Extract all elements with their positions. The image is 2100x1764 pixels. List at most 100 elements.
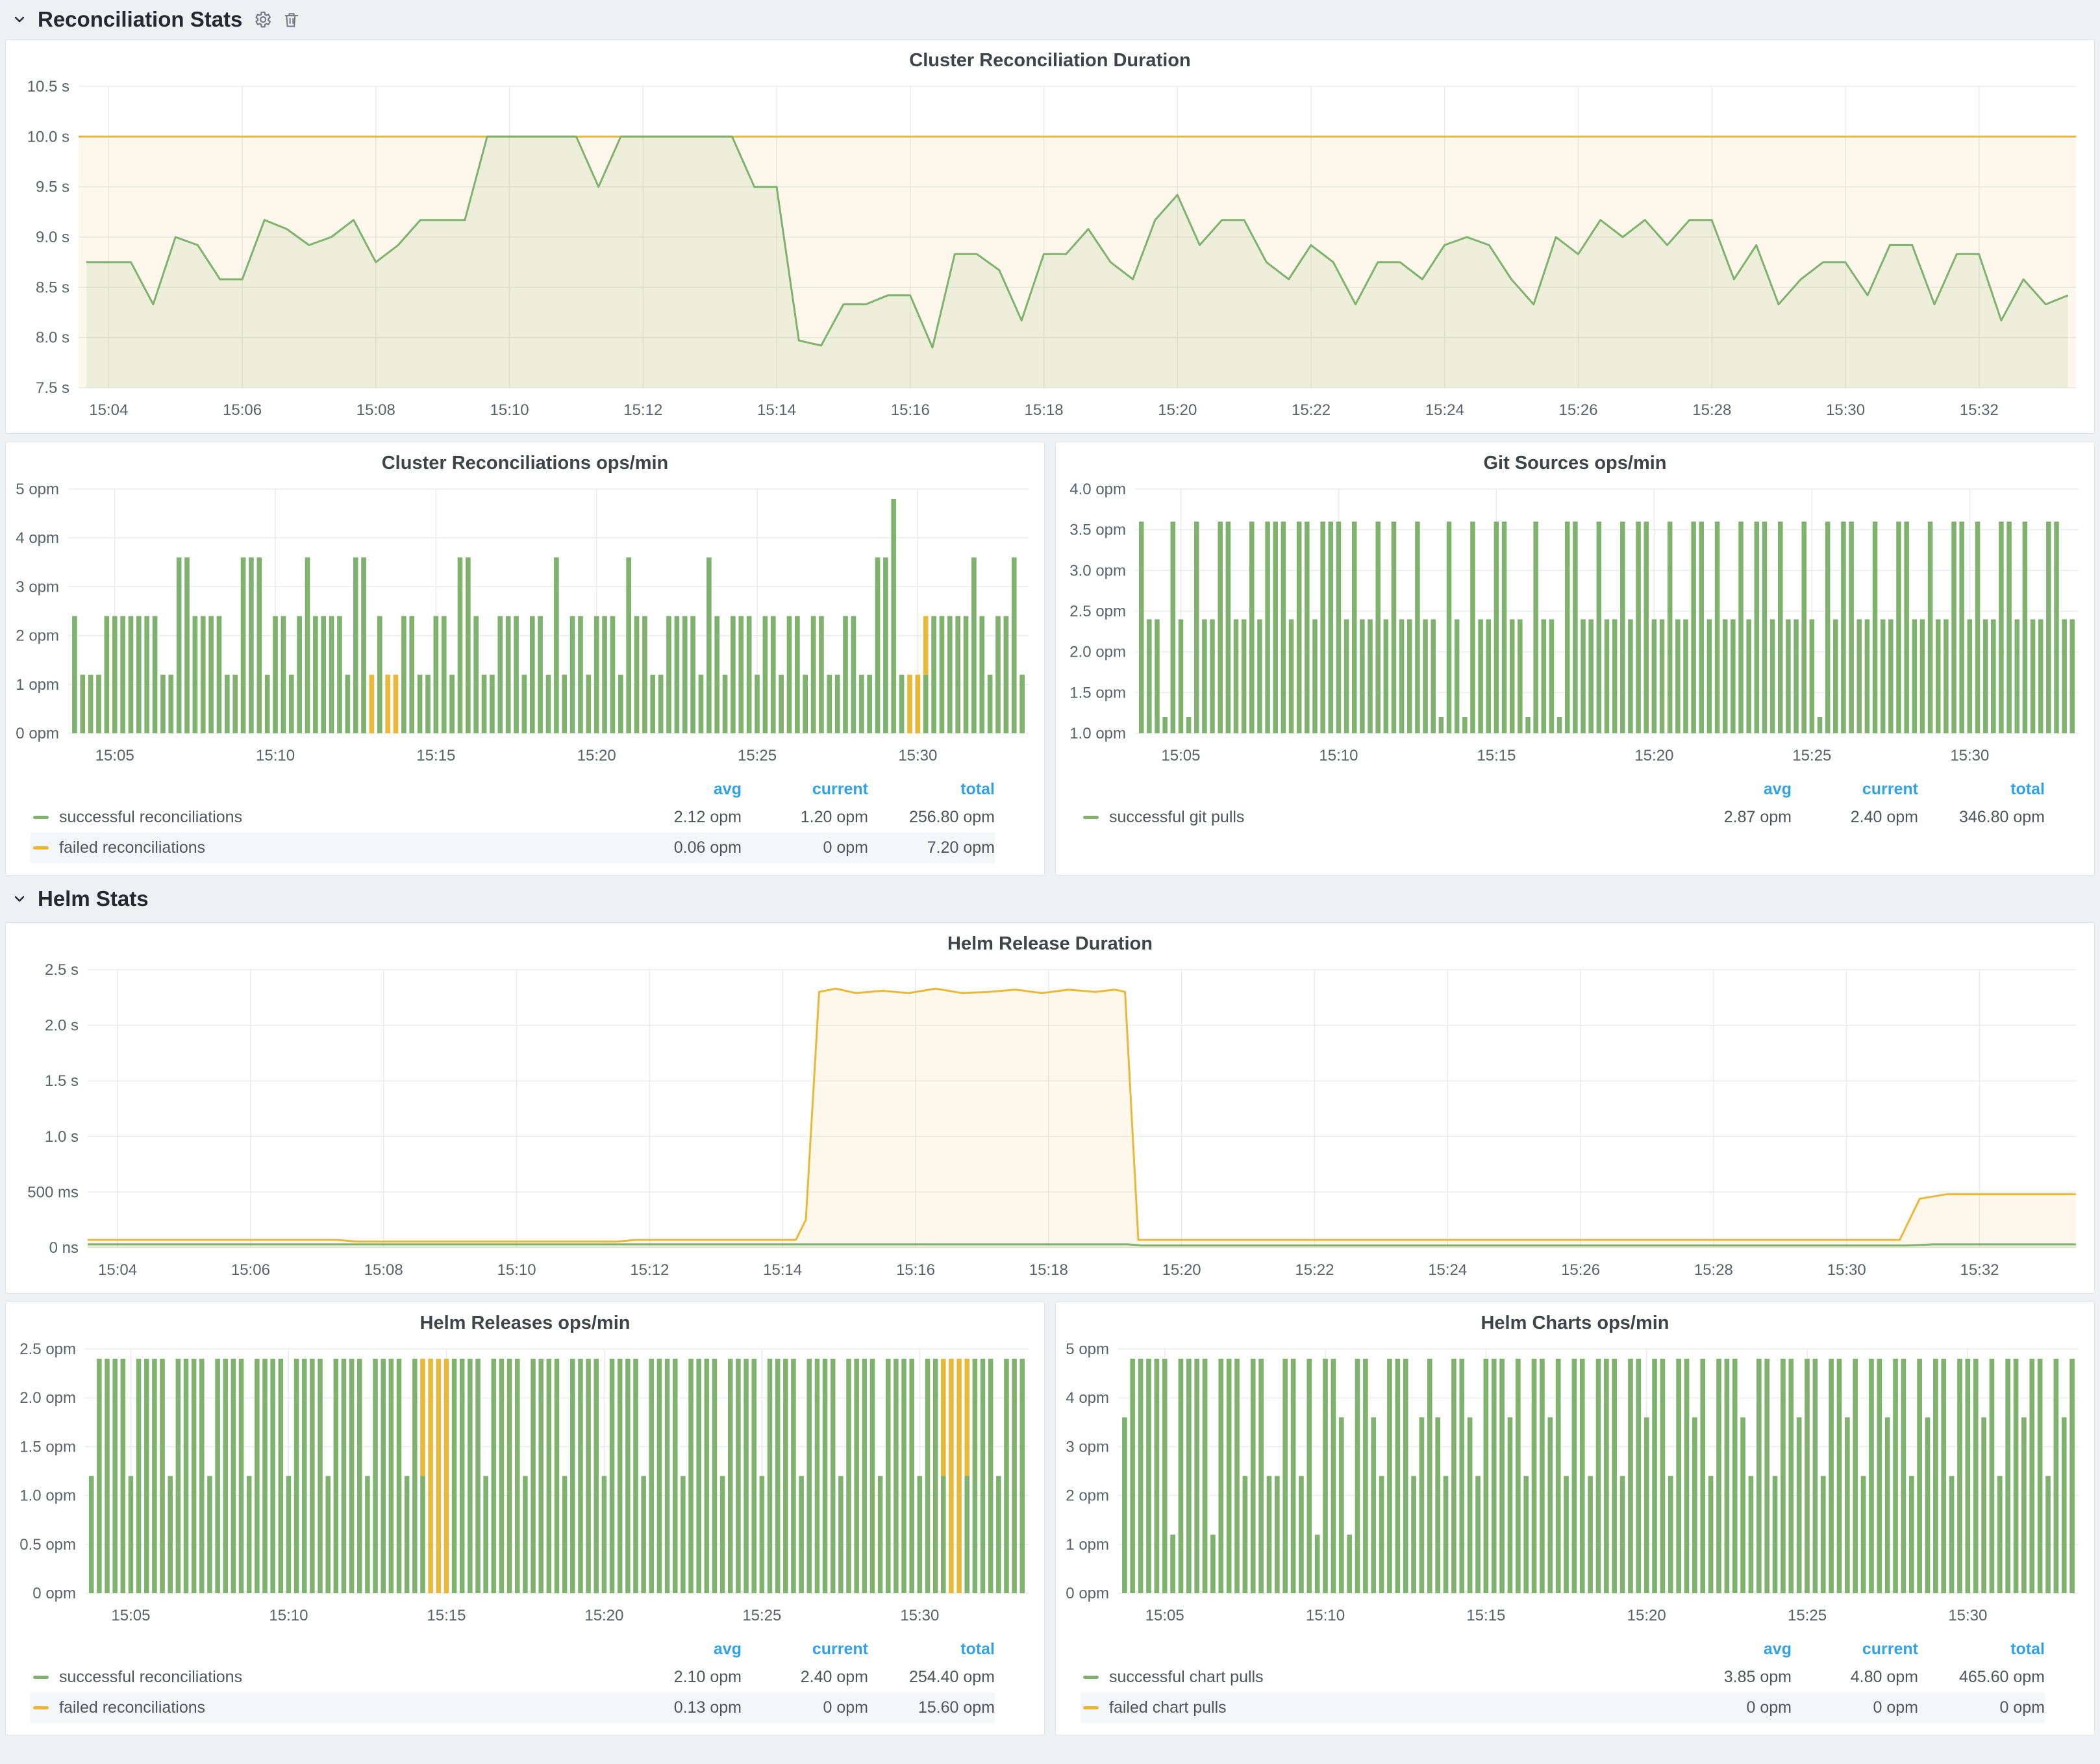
series-stat-avg: 0.06 opm <box>615 838 742 857</box>
svg-text:8.5 s: 8.5 s <box>36 279 69 296</box>
git-sources-chart[interactable]: 15:0515:1015:1515:2015:2515:301.0 opm1.5… <box>1056 480 2094 774</box>
svg-text:15:14: 15:14 <box>757 401 796 419</box>
svg-text:15:32: 15:32 <box>1960 401 1999 419</box>
panel-title[interactable]: Helm Charts ops/min <box>1056 1302 2094 1340</box>
series-label[interactable]: failed chart pulls <box>1109 1698 1665 1717</box>
series-label[interactable]: successful chart pulls <box>1109 1668 1665 1687</box>
svg-text:1 opm: 1 opm <box>1066 1536 1109 1554</box>
series-stat-avg: 2.87 opm <box>1665 808 1792 827</box>
svg-text:2 opm: 2 opm <box>1066 1487 1109 1505</box>
series-label[interactable]: successful git pulls <box>1109 808 1665 827</box>
svg-text:2.0 s: 2.0 s <box>45 1017 79 1035</box>
svg-text:7.5 s: 7.5 s <box>36 379 69 397</box>
legend-col-total[interactable]: total <box>868 1640 995 1659</box>
series-label[interactable]: failed reconciliations <box>59 838 615 857</box>
svg-text:15:16: 15:16 <box>891 401 930 419</box>
svg-text:0 ns: 0 ns <box>49 1239 79 1257</box>
svg-text:15:15: 15:15 <box>1477 747 1516 764</box>
svg-text:15:04: 15:04 <box>98 1261 137 1279</box>
svg-text:0.5 opm: 0.5 opm <box>19 1536 76 1554</box>
legend-row: failed chart pulls0 opm0 opm0 opm <box>1081 1693 2045 1723</box>
series-label[interactable]: successful reconciliations <box>59 808 615 827</box>
svg-text:15:25: 15:25 <box>1792 747 1831 764</box>
svg-text:15:05: 15:05 <box>111 1607 150 1624</box>
svg-text:1.0 s: 1.0 s <box>45 1128 79 1146</box>
series-color-marker <box>33 1706 49 1709</box>
legend-col-total[interactable]: total <box>1918 780 2045 799</box>
svg-text:5 opm: 5 opm <box>1066 1341 1109 1358</box>
svg-text:15:10: 15:10 <box>490 401 529 419</box>
svg-text:9.5 s: 9.5 s <box>36 179 69 196</box>
svg-text:15:05: 15:05 <box>1145 1607 1184 1624</box>
section-header-reconciliation-stats[interactable]: Reconciliation Stats <box>5 0 2095 39</box>
svg-text:8.0 s: 8.0 s <box>36 329 69 347</box>
legend-col-avg[interactable]: avg <box>615 780 742 799</box>
svg-text:15:30: 15:30 <box>1950 747 1989 764</box>
section-title[interactable]: Helm Stats <box>38 887 149 911</box>
cluster-reconciliations-chart[interactable]: 15:0515:1015:1515:2015:2515:300 opm1 opm… <box>6 480 1044 774</box>
trash-icon[interactable] <box>282 10 301 29</box>
cluster-reconciliation-duration-chart[interactable]: 15:0415:0615:0815:1015:1215:1415:1615:18… <box>6 77 2094 428</box>
series-stat-total: 346.80 opm <box>1918 808 2045 827</box>
series-color-marker <box>33 816 49 819</box>
legend-row: successful reconciliations2.10 opm2.40 o… <box>31 1662 995 1693</box>
panel-title[interactable]: Helm Release Duration <box>6 923 2094 961</box>
series-label[interactable]: failed reconciliations <box>59 1698 615 1717</box>
series-color-marker <box>33 846 49 850</box>
svg-text:1.0 opm: 1.0 opm <box>19 1487 76 1505</box>
helm-charts-chart[interactable]: 15:0515:1015:1515:2015:2515:300 opm1 opm… <box>1056 1340 2094 1633</box>
svg-text:15:18: 15:18 <box>1025 401 1064 419</box>
svg-text:15:30: 15:30 <box>1827 1261 1866 1279</box>
chevron-down-icon[interactable] <box>12 891 27 907</box>
series-label[interactable]: successful reconciliations <box>59 1668 615 1687</box>
svg-text:15:26: 15:26 <box>1559 401 1598 419</box>
svg-text:15:08: 15:08 <box>356 401 395 419</box>
series-stat-total: 254.40 opm <box>868 1668 995 1687</box>
legend-row: successful git pulls2.87 opm2.40 opm346.… <box>1081 802 2045 833</box>
svg-text:4 opm: 4 opm <box>16 529 59 547</box>
legend-col-total[interactable]: total <box>1918 1640 2045 1659</box>
svg-text:15:30: 15:30 <box>898 747 937 764</box>
svg-text:1.0 opm: 1.0 opm <box>1069 725 1126 742</box>
svg-text:15:30: 15:30 <box>900 1607 939 1624</box>
svg-text:15:20: 15:20 <box>1162 1261 1201 1279</box>
svg-text:2.0 opm: 2.0 opm <box>19 1389 76 1407</box>
helm-releases-chart[interactable]: 15:0515:1015:1515:2015:2515:300 opm0.5 o… <box>6 1340 1044 1633</box>
panel-helm-releases-opm: Helm Releases ops/min 15:0515:1015:1515:… <box>5 1302 1045 1735</box>
series-stat-avg: 2.10 opm <box>615 1668 742 1687</box>
series-stat-total: 465.60 opm <box>1918 1668 2045 1687</box>
legend-col-avg[interactable]: avg <box>1665 780 1792 799</box>
svg-text:15:16: 15:16 <box>896 1261 935 1279</box>
legend-col-current[interactable]: current <box>1792 780 1918 799</box>
svg-text:15:24: 15:24 <box>1428 1261 1467 1279</box>
panel-title[interactable]: Git Sources ops/min <box>1056 442 2094 480</box>
panel-git-sources-opm: Git Sources ops/min 15:0515:1015:1515:20… <box>1055 442 2095 876</box>
legend-row: failed reconciliations0.06 opm0 opm7.20 … <box>31 833 995 863</box>
helm-release-duration-chart[interactable]: 15:0415:0615:0815:1015:1215:1415:1615:18… <box>6 961 2094 1288</box>
svg-text:3 opm: 3 opm <box>16 578 59 596</box>
legend-row: successful reconciliations2.12 opm1.20 o… <box>31 802 995 833</box>
svg-text:15:12: 15:12 <box>623 401 662 419</box>
legend-col-avg[interactable]: avg <box>1665 1640 1792 1659</box>
svg-text:4 opm: 4 opm <box>1066 1389 1109 1407</box>
legend-col-current[interactable]: current <box>742 780 868 799</box>
legend-col-total[interactable]: total <box>868 780 995 799</box>
svg-text:15:25: 15:25 <box>738 747 777 764</box>
legend-row: successful chart pulls3.85 opm4.80 opm46… <box>1081 1662 2045 1693</box>
svg-text:15:22: 15:22 <box>1292 401 1331 419</box>
panel-title[interactable]: Cluster Reconciliations ops/min <box>6 442 1044 480</box>
svg-text:500 ms: 500 ms <box>27 1183 79 1201</box>
legend-col-current[interactable]: current <box>1792 1640 1918 1659</box>
panel-helm-charts-opm: Helm Charts ops/min 15:0515:1015:1515:20… <box>1055 1302 2095 1735</box>
panel-title[interactable]: Cluster Reconciliation Duration <box>6 40 2094 77</box>
svg-text:15:10: 15:10 <box>269 1607 308 1624</box>
section-title[interactable]: Reconciliation Stats <box>38 7 242 32</box>
gear-icon[interactable] <box>253 10 272 29</box>
chevron-down-icon[interactable] <box>12 12 27 27</box>
svg-text:15:20: 15:20 <box>584 1607 623 1624</box>
svg-text:15:10: 15:10 <box>1319 747 1358 764</box>
section-header-helm-stats[interactable]: Helm Stats <box>5 876 2095 922</box>
panel-title[interactable]: Helm Releases ops/min <box>6 1302 1044 1340</box>
legend-col-avg[interactable]: avg <box>615 1640 742 1659</box>
legend-col-current[interactable]: current <box>742 1640 868 1659</box>
